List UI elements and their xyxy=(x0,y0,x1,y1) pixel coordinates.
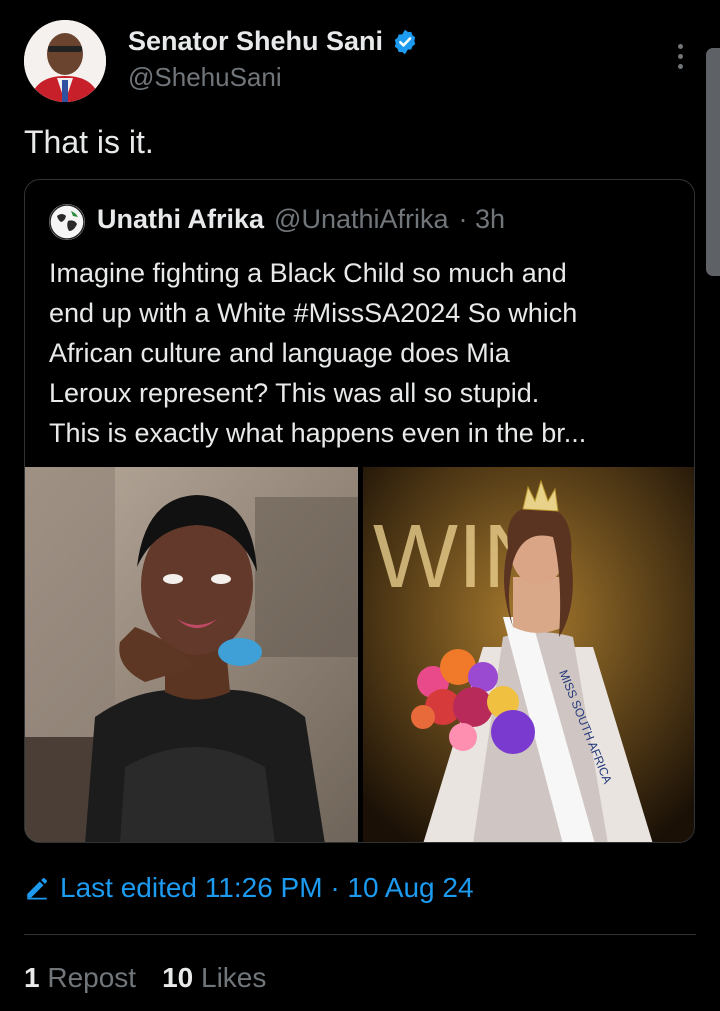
photo-pageant-winner: WIN MISS SOUTH AFRICA xyxy=(363,467,694,842)
pencil-icon xyxy=(27,877,48,900)
author-name[interactable]: Senator Shehu Sani xyxy=(128,26,383,57)
quote-author-handle[interactable]: @UnathiAfrika xyxy=(274,204,448,235)
quote-text-line: Leroux represent? This was all so stupid… xyxy=(49,378,540,408)
photo-selfie xyxy=(25,467,358,842)
reposts-count: 1 xyxy=(24,962,40,993)
likes-stat[interactable]: 10 Likes xyxy=(162,962,266,994)
quote-media-right[interactable]: WIN MISS SOUTH AFRICA xyxy=(363,467,694,842)
quote-text-line: African culture and language does Mia xyxy=(49,338,510,368)
author-name-row: Senator Shehu Sani xyxy=(128,26,419,57)
reposts-label: Repost xyxy=(47,962,137,993)
quote-avatar[interactable] xyxy=(49,204,85,240)
quote-header: Unathi Afrika @UnathiAfrika · 3h xyxy=(97,204,505,235)
quote-text-line: This is exactly what happens even in the… xyxy=(49,418,587,448)
author-avatar[interactable] xyxy=(24,20,106,102)
quote-text-line: Imagine fighting a Black Child so much a… xyxy=(49,258,567,288)
globe-logo-icon xyxy=(49,204,85,240)
reposts-stat[interactable]: 1 Repost xyxy=(24,962,136,994)
likes-label: Likes xyxy=(201,962,267,993)
quote-text: Imagine fighting a Black Child so much a… xyxy=(49,253,689,453)
last-edited[interactable]: Last edited 11:26 PM · 10 Aug 24 xyxy=(24,872,474,904)
last-edited-text[interactable]: Last edited 11:26 PM · 10 Aug 24 xyxy=(60,872,474,904)
quote-text-line: end up with a White #MissSA2024 So which xyxy=(49,298,578,328)
quote-author-name[interactable]: Unathi Afrika xyxy=(97,204,264,235)
verified-badge-icon xyxy=(394,29,416,54)
quote-media-left[interactable] xyxy=(25,467,358,842)
author-avatar-image xyxy=(24,20,106,102)
quoted-tweet[interactable]: Unathi Afrika @UnathiAfrika · 3h Imagine… xyxy=(24,179,695,843)
divider xyxy=(24,934,696,935)
more-options-icon[interactable] xyxy=(666,36,694,76)
likes-count: 10 xyxy=(162,962,194,993)
author-handle[interactable]: @ShehuSani xyxy=(128,62,282,93)
quote-timestamp[interactable]: · 3h xyxy=(459,204,506,235)
tweet-text: That is it. xyxy=(24,124,154,160)
engagement-stats: 1 Repost 10 Likes xyxy=(24,962,266,994)
scrollbar[interactable] xyxy=(706,48,720,276)
